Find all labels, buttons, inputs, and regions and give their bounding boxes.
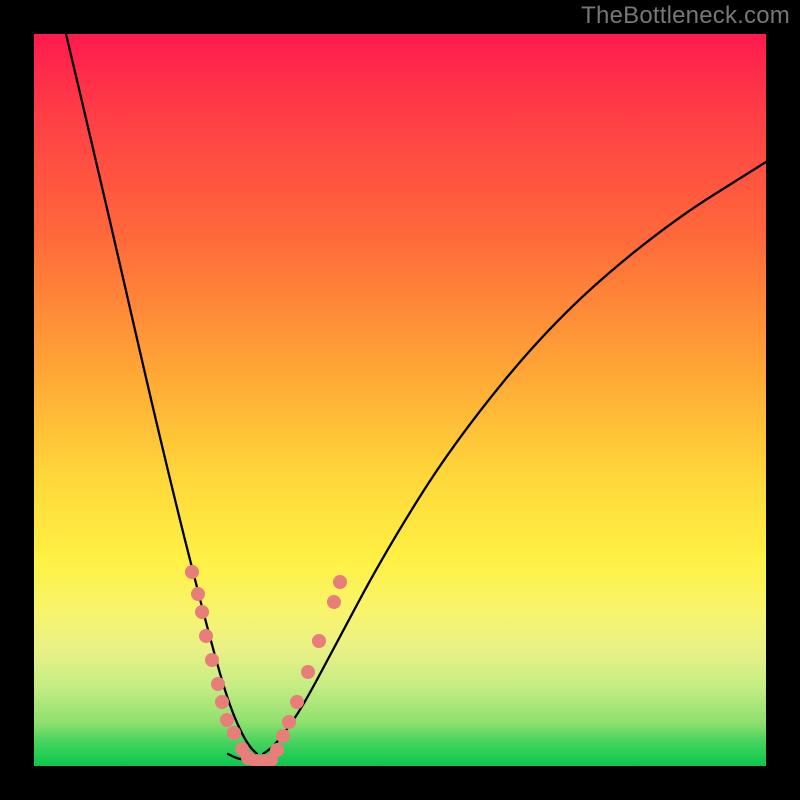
marker-dot — [301, 665, 315, 679]
curve-left-branch — [66, 34, 257, 754]
chart-frame: TheBottleneck.com — [0, 0, 800, 800]
marker-dot — [191, 587, 205, 601]
marker-dot — [220, 713, 234, 727]
marker-dot — [290, 695, 304, 709]
marker-dot — [312, 634, 326, 648]
marker-dot — [327, 595, 341, 609]
marker-dot — [211, 677, 225, 691]
plot-area — [34, 34, 766, 766]
marker-dot — [227, 726, 241, 740]
marker-dot — [282, 715, 296, 729]
curve-layer — [34, 34, 766, 766]
marker-dot — [333, 575, 347, 589]
marker-dot — [276, 729, 290, 743]
curve-right-branch — [263, 162, 766, 754]
watermark-text: TheBottleneck.com — [581, 2, 790, 30]
marker-dot — [195, 605, 209, 619]
marker-dot — [205, 653, 219, 667]
marker-dot — [270, 743, 284, 757]
marker-dot — [199, 629, 213, 643]
marker-group — [185, 565, 347, 766]
marker-dot — [185, 565, 199, 579]
marker-dot — [215, 695, 229, 709]
